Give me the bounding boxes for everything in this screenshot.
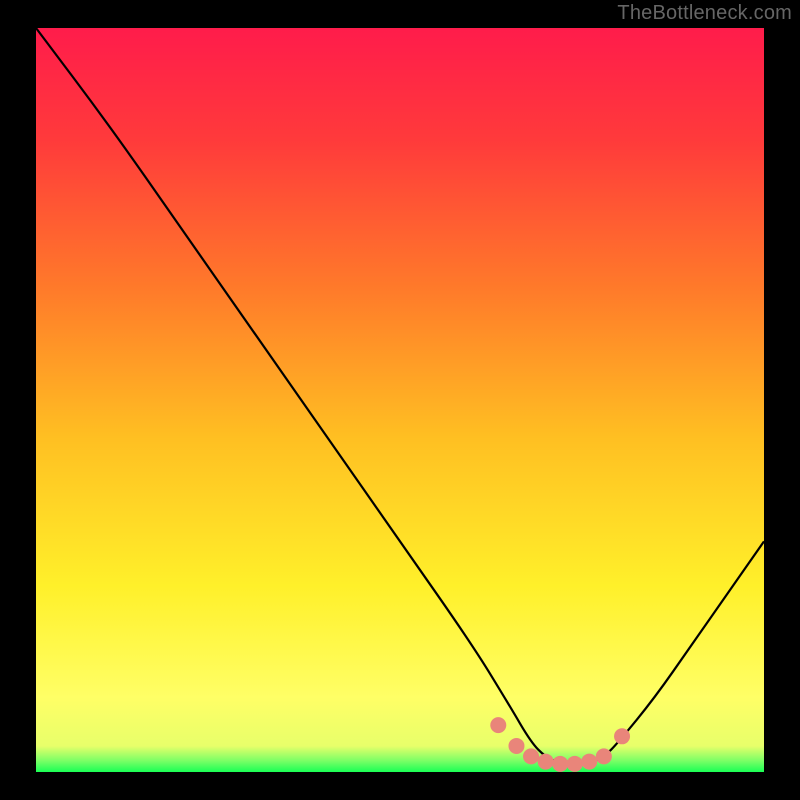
optimal-marker [614,728,630,744]
optimal-marker [552,756,568,772]
optimal-marker [508,738,524,754]
optimal-marker [596,748,612,764]
optimal-marker [538,754,554,770]
optimal-marker [581,754,597,770]
chart-container: TheBottleneck.com [0,0,800,800]
attribution-label: TheBottleneck.com [617,2,792,25]
bottleneck-chart [0,0,800,800]
optimal-marker [567,756,583,772]
optimal-marker [490,717,506,733]
optimal-marker [523,748,539,764]
plot-background [36,28,764,772]
